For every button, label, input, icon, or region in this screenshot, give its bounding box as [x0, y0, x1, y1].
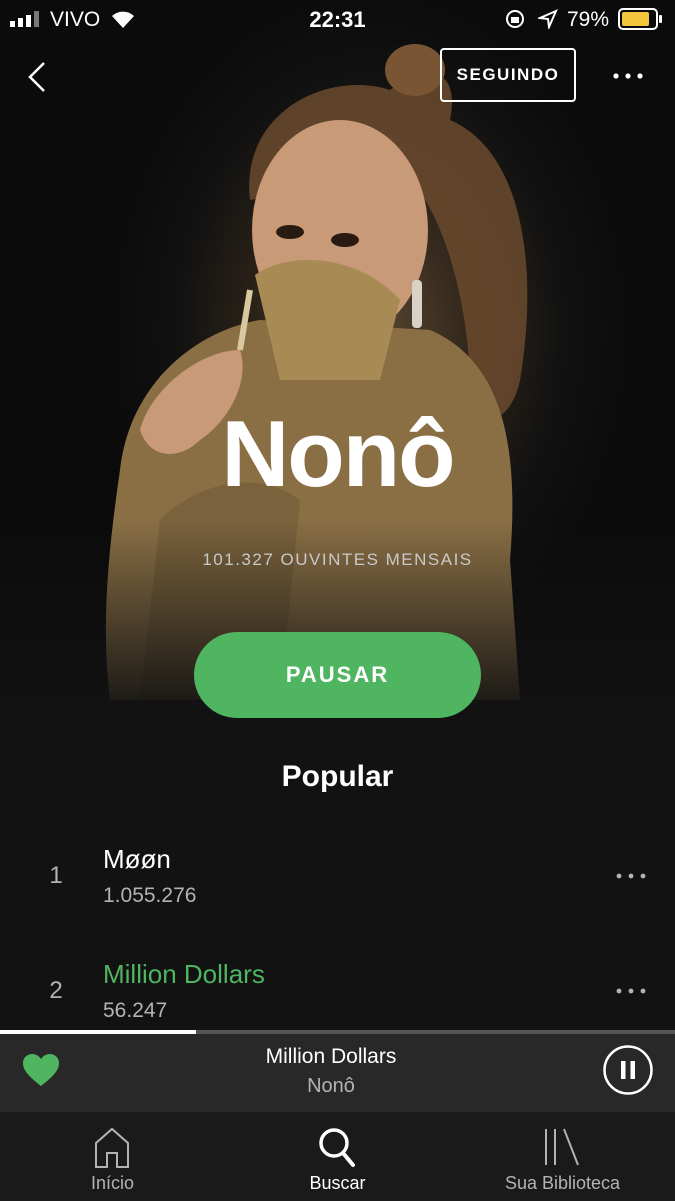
- more-options-icon[interactable]: [606, 62, 650, 90]
- tab-home[interactable]: Início: [0, 1111, 225, 1200]
- track-plays: 56.247: [103, 999, 168, 1022]
- battery-percent: 79%: [567, 8, 610, 31]
- track-title: Møøn: [103, 844, 171, 874]
- now-playing-artist[interactable]: Nonô: [0, 1075, 662, 1098]
- pause-button[interactable]: PAUSAR: [194, 632, 481, 718]
- status-bar: VIVO 22:31 79%: [0, 0, 675, 40]
- follow-button[interactable]: SEGUINDO: [440, 48, 576, 102]
- tab-label: Início: [90, 1173, 135, 1193]
- library-icon: [545, 1128, 579, 1166]
- monthly-listeners: 101.327 OUVINTES MENSAIS: [202, 550, 473, 569]
- track-title: Million Dollars: [103, 959, 265, 989]
- tab-search[interactable]: Buscar: [225, 1111, 450, 1200]
- location-icon: [538, 9, 558, 29]
- search-icon: [319, 1128, 355, 1167]
- tab-label: Buscar: [309, 1173, 366, 1193]
- now-playing-title[interactable]: Million Dollars: [0, 1045, 662, 1069]
- home-icon: [95, 1127, 129, 1168]
- battery-icon: [618, 8, 662, 30]
- rotation-lock-icon: [506, 10, 524, 28]
- track-number: 2: [49, 977, 63, 1004]
- back-chevron-icon[interactable]: [22, 60, 54, 94]
- track-row[interactable]: 1 Møøn 1.055.276: [0, 830, 675, 940]
- artist-name: Nonô: [221, 401, 455, 506]
- tab-library[interactable]: Sua Biblioteca: [450, 1111, 675, 1200]
- track-number: 1: [49, 862, 63, 889]
- track-more-icon[interactable]: [610, 866, 652, 886]
- artist-header-image: [0, 0, 675, 720]
- track-plays: 1.055.276: [103, 884, 197, 907]
- track-more-icon[interactable]: [610, 981, 652, 1001]
- tab-label: Sua Biblioteca: [504, 1173, 621, 1193]
- section-title-popular: Popular: [281, 760, 394, 793]
- pause-icon[interactable]: [602, 1044, 654, 1096]
